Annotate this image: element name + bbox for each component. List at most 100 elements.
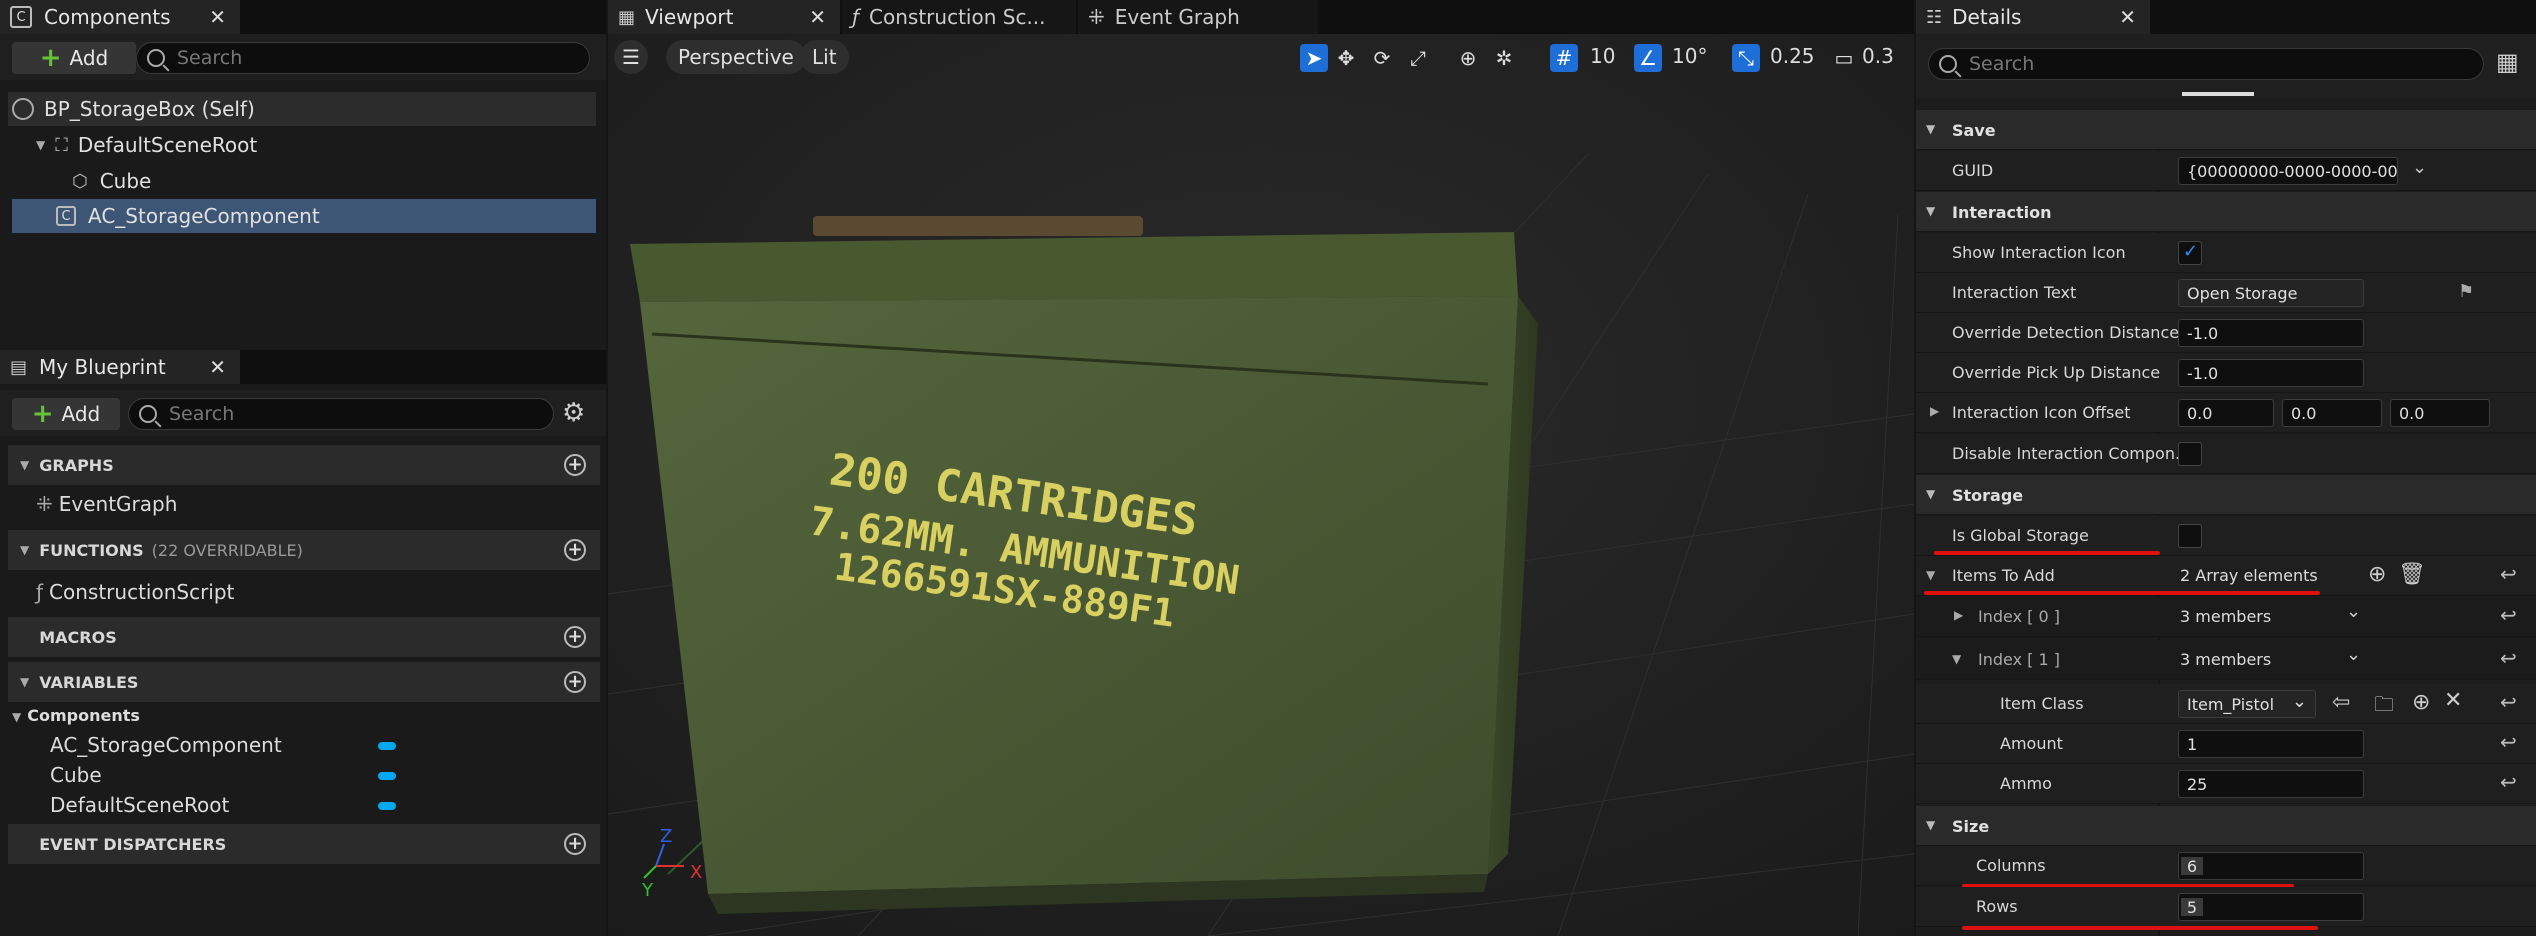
close-icon[interactable]: ✕	[209, 5, 226, 29]
close-icon[interactable]: ✕	[2119, 5, 2136, 29]
section-storage[interactable]: ▼ Storage	[1916, 475, 2536, 515]
guid-field[interactable]: {00000000-0000-0000-0000-00(	[2178, 157, 2398, 185]
offset-y-field[interactable]: 0.0	[2282, 399, 2382, 427]
add-dispatcher-icon[interactable]: +	[564, 833, 586, 855]
add-variable-icon[interactable]: +	[564, 671, 586, 693]
add-element-icon[interactable]: ⊕	[2368, 562, 2386, 587]
offset-x-field[interactable]: 0.0	[2178, 399, 2274, 427]
my-blueprint-tab[interactable]: ▤ My Blueprint ✕	[0, 350, 240, 384]
disable-interaction-checkbox[interactable]	[2178, 442, 2202, 466]
settings-gear-icon[interactable]: ⚙	[562, 398, 585, 428]
variable-item[interactable]: Cube	[50, 763, 102, 787]
columns-field[interactable]: 6	[2178, 852, 2364, 880]
tree-item-ac-storagecomponent[interactable]: C AC_StorageComponent	[56, 199, 594, 233]
tab-event-graph[interactable]: ⁜ Event Graph	[1078, 0, 1318, 34]
section-save[interactable]: ▼ Save	[1916, 110, 2536, 150]
add-component-button[interactable]: + Add	[12, 42, 136, 74]
table-view-icon[interactable]: ▦	[2496, 48, 2519, 76]
select-tool-icon[interactable]: ➤	[1300, 44, 1328, 72]
chevron-down-icon[interactable]: ⌄	[2412, 157, 2427, 178]
tab-viewport[interactable]: ▦ Viewport ✕	[608, 0, 840, 34]
scale-tool-icon[interactable]: ⤢	[1404, 44, 1432, 72]
components-search-input[interactable]: Search	[136, 42, 590, 74]
section-variables[interactable]: ▼ VARIABLES +	[8, 662, 600, 702]
section-event-dispatchers[interactable]: ▼ EVENT DISPATCHERS +	[8, 824, 600, 864]
item-class-dropdown[interactable]: Item_Pistol ⌄	[2178, 690, 2316, 718]
scale-snap-value[interactable]: 0.25	[1770, 44, 1815, 68]
close-icon[interactable]: ✕	[209, 355, 226, 379]
reset-arrow-icon[interactable]: ↩	[2500, 730, 2517, 754]
create-new-icon[interactable]: ⊕	[2412, 690, 2430, 715]
tab-construction-script[interactable]: ƒ Construction Sc...	[842, 0, 1076, 34]
viewport-scene[interactable]: 200 CARTRIDGES 7.62MM. AMMUNITION 126659…	[608, 34, 1914, 936]
lit-button[interactable]: Lit	[800, 40, 849, 74]
add-blueprint-button[interactable]: + Add	[12, 398, 120, 430]
variable-type-pill[interactable]	[378, 802, 396, 810]
blueprint-search-input[interactable]: Search	[128, 398, 554, 430]
add-macro-icon[interactable]: +	[564, 626, 586, 648]
surface-snap-icon[interactable]: ⊕	[1454, 44, 1482, 72]
clear-icon[interactable]: ✕	[2444, 688, 2462, 713]
grid-snap-icon[interactable]: #	[1550, 44, 1578, 72]
world-local-icon[interactable]: ✲	[1490, 44, 1518, 72]
trash-icon[interactable]: 🗑	[2398, 562, 2426, 587]
camera-speed-icon[interactable]: ▭	[1830, 44, 1858, 72]
ammo-field[interactable]: 25	[2178, 770, 2364, 798]
tree-item-defaultsceneroot[interactable]: ▼ ⛶ DefaultSceneRoot	[36, 128, 594, 162]
camera-speed-value[interactable]: 0.3	[1862, 44, 1894, 68]
section-interaction[interactable]: ▼ Interaction	[1916, 192, 2536, 232]
is-global-storage-checkbox[interactable]	[2178, 524, 2202, 548]
offset-z-field[interactable]: 0.0	[2390, 399, 2490, 427]
variable-item[interactable]: AC_StorageComponent	[50, 733, 282, 757]
browse-folder-icon[interactable]: 🗀	[2374, 690, 2394, 724]
expand-icon[interactable]: ▶	[1930, 404, 1939, 418]
variables-category-components[interactable]: ▼ Components	[12, 706, 140, 725]
tree-item-self[interactable]: BP_StorageBox (Self)	[12, 92, 594, 126]
reset-arrow-icon[interactable]: ↩	[2500, 770, 2517, 794]
rotation-snap-icon[interactable]: ∠	[1634, 44, 1662, 72]
reset-arrow-icon[interactable]: ↩	[2500, 603, 2517, 627]
chevron-down-icon[interactable]: ⌄	[2346, 644, 2361, 665]
collapse-icon[interactable]: ▼	[1926, 568, 1935, 582]
section-functions[interactable]: ▼ FUNCTIONS (22 OVERRIDABLE) +	[8, 530, 600, 570]
override-detection-field[interactable]: -1.0	[2178, 319, 2364, 347]
rows-field[interactable]: 5	[2178, 893, 2364, 921]
localization-flag-icon[interactable]: ⚑	[2458, 281, 2474, 302]
y-axis-label: Y	[641, 880, 654, 901]
rotation-snap-value[interactable]: 10°	[1672, 44, 1707, 68]
scale-snap-icon[interactable]: ⤡	[1732, 44, 1760, 72]
property-label: Ammo	[2000, 774, 2052, 793]
reset-arrow-icon[interactable]: ↩	[2500, 646, 2517, 670]
add-function-icon[interactable]: +	[564, 539, 586, 561]
collapse-icon[interactable]: ▼	[36, 138, 45, 152]
show-interaction-icon-checkbox[interactable]	[2178, 241, 2202, 265]
move-tool-icon[interactable]: ✥	[1332, 44, 1360, 72]
variable-type-pill[interactable]	[378, 772, 396, 780]
grid-snap-value[interactable]: 10	[1590, 44, 1615, 68]
rotate-tool-icon[interactable]: ⟳	[1368, 44, 1396, 72]
reset-arrow-icon[interactable]: ↩	[2500, 562, 2517, 586]
override-pickup-field[interactable]: -1.0	[2178, 359, 2364, 387]
chevron-down-icon[interactable]: ⌄	[2346, 601, 2361, 622]
components-tab[interactable]: C Components ✕	[0, 0, 240, 34]
collapse-icon[interactable]: ▼	[1952, 652, 1961, 666]
interaction-text-field[interactable]: Open Storage	[2178, 279, 2364, 307]
amount-field[interactable]: 1	[2178, 730, 2364, 758]
tree-item-cube[interactable]: ⬡ Cube	[72, 164, 594, 198]
details-tab[interactable]: ☷ Details ✕	[1916, 0, 2150, 34]
section-macros[interactable]: ▼ MACROS +	[8, 617, 600, 657]
close-icon[interactable]: ✕	[809, 5, 826, 29]
details-search-input[interactable]: Search	[1928, 48, 2484, 80]
hamburger-menu-button[interactable]: ☰	[614, 40, 648, 74]
use-selected-arrow-icon[interactable]: ⇦	[2332, 690, 2350, 715]
perspective-button[interactable]: Perspective	[666, 40, 806, 74]
function-item-constructionscript[interactable]: ƒ ConstructionScript	[36, 580, 234, 604]
expand-icon[interactable]: ▶	[1954, 608, 1963, 622]
graph-item-eventgraph[interactable]: ⁜ EventGraph	[36, 492, 177, 516]
section-size[interactable]: ▼ Size	[1916, 806, 2536, 846]
variable-item[interactable]: DefaultSceneRoot	[50, 793, 229, 817]
add-graph-icon[interactable]: +	[564, 454, 586, 476]
section-graphs[interactable]: ▼ GRAPHS +	[8, 445, 600, 485]
variable-type-pill[interactable]	[378, 742, 396, 750]
reset-arrow-icon[interactable]: ↩	[2500, 690, 2517, 714]
